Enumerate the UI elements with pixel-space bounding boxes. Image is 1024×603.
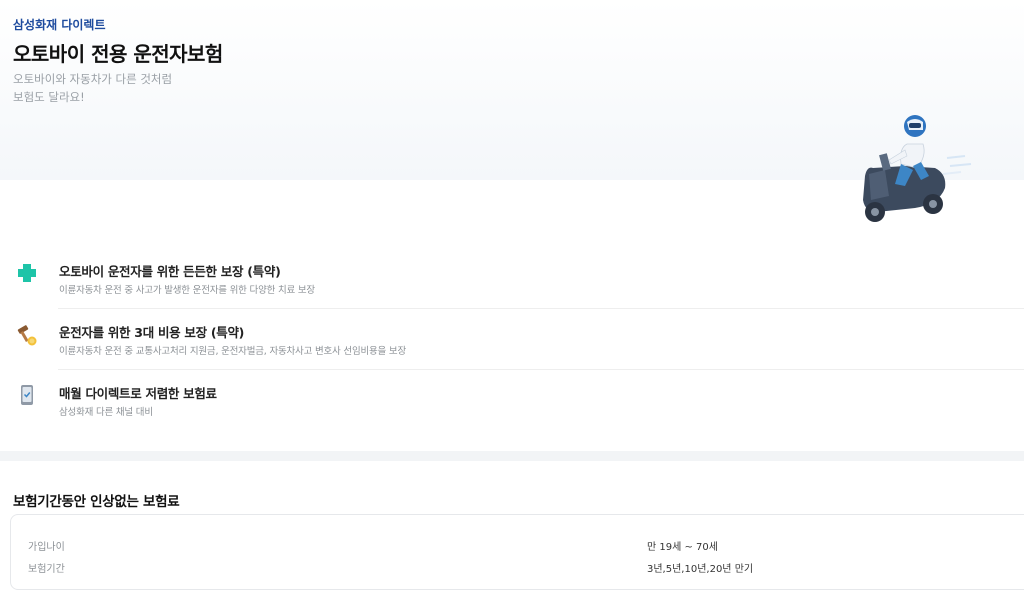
info-value: 만 19세 ~ 70세 bbox=[647, 542, 718, 553]
info-label: 보험기간 bbox=[28, 564, 65, 575]
info-row: 보험기간 3년,5년,10년,20년 만기 bbox=[11, 560, 1024, 580]
feature-title: 오토바이 운전자를 위한 든든한 보장 (특약) bbox=[59, 264, 281, 279]
medical-cross-icon bbox=[18, 264, 36, 282]
section-divider bbox=[0, 451, 1024, 461]
info-label: 가입나이 bbox=[28, 542, 65, 553]
brand-label: 삼성화재 다이렉트 bbox=[13, 18, 106, 32]
info-value: 3년,5년,10년,20년 만기 bbox=[647, 564, 754, 575]
scooter-rider-illustration bbox=[863, 115, 972, 222]
feature-item: 운전자를 위한 3대 비용 보장 (특약) 이륜자동차 운전 중 교통사고처리 … bbox=[0, 309, 1024, 370]
feature-title: 운전자를 위한 3대 비용 보장 (특약) bbox=[59, 325, 245, 340]
page-title: 오토바이 전용 운전자보험 bbox=[13, 42, 223, 66]
subtitle-line: 오토바이와 자동차가 다른 것처럼 bbox=[13, 72, 173, 86]
feature-desc: 이륜자동차 운전 중 사고가 발생한 운전자를 위한 다양한 치료 보장 bbox=[59, 285, 315, 296]
feature-desc: 삼성화재 다른 채널 대비 bbox=[59, 407, 153, 418]
feature-desc: 이륜자동차 운전 중 교통사고처리 지원금, 운전자벌금, 자동차사고 변호사 … bbox=[59, 346, 406, 357]
info-card: 가입나이 만 19세 ~ 70세 보험기간 3년,5년,10년,20년 만기 bbox=[10, 514, 1024, 590]
info-row: 가입나이 만 19세 ~ 70세 bbox=[11, 538, 1024, 558]
subtitle-line: 보험도 달라요! bbox=[13, 90, 85, 104]
feature-item: 매월 다이렉트로 저렴한 보험료 삼성화재 다른 채널 대비 bbox=[0, 370, 1024, 431]
feature-item: 오토바이 운전자를 위한 든든한 보장 (특약) 이륜자동차 운전 중 사고가 … bbox=[0, 248, 1024, 309]
mobile-phone-icon bbox=[21, 385, 33, 405]
gavel-icon bbox=[17, 325, 37, 346]
feature-list: 오토바이 운전자를 위한 든든한 보장 (특약) 이륜자동차 운전 중 사고가 … bbox=[0, 248, 1024, 431]
feature-title: 매월 다이렉트로 저렴한 보험료 bbox=[59, 386, 217, 401]
section-title: 보험기간동안 인상없는 보험료 bbox=[13, 494, 180, 510]
hero-subtitle: 오토바이와 자동차가 다른 것처럼 보험도 달라요! bbox=[13, 70, 172, 106]
